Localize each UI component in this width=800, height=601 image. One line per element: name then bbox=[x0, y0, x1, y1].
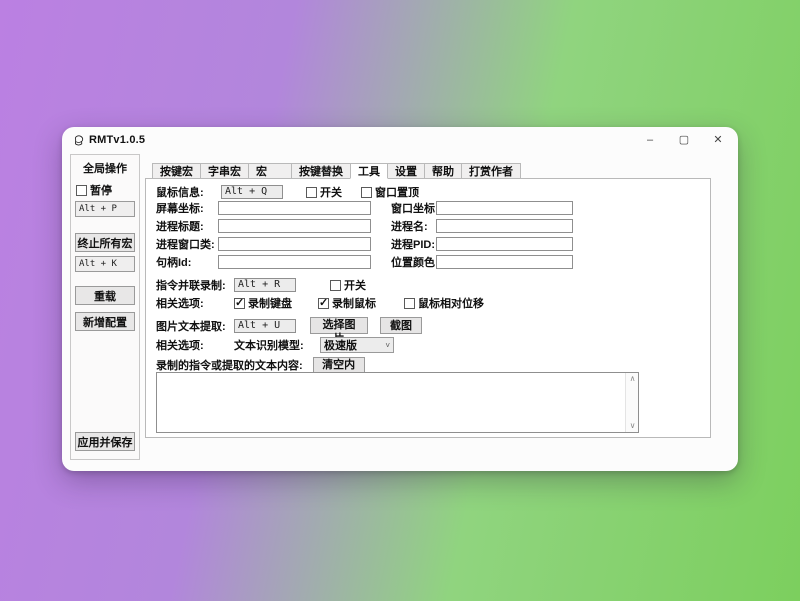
mouse-relative-checkbox[interactable] bbox=[404, 298, 415, 309]
tab-key-macro[interactable]: 按键宏 bbox=[152, 163, 201, 178]
tab-donate[interactable]: 打赏作者 bbox=[461, 163, 521, 178]
notebook: 按键宏 字串宏 宏 按键替换 工具 设置 帮助 打赏作者 鼠标信息: Alt +… bbox=[145, 163, 711, 438]
mouse-relative-label: 鼠标相对位移 bbox=[418, 295, 484, 311]
position-color-input[interactable] bbox=[436, 255, 573, 269]
clear-content-button[interactable]: 清空内容 bbox=[313, 357, 365, 373]
record-mouse-label: 录制鼠标 bbox=[332, 295, 376, 311]
record-keyboard-checkbox[interactable] bbox=[234, 298, 245, 309]
output-content bbox=[159, 374, 624, 431]
record-hotkey-input[interactable]: Alt + R bbox=[234, 278, 296, 292]
tab-key-replace[interactable]: 按键替换 bbox=[291, 163, 351, 178]
mouse-info-row: 鼠标信息: Alt + Q 开关 窗口置顶 bbox=[156, 184, 419, 200]
vertical-scrollbar[interactable]: ∧ ∨ bbox=[625, 373, 638, 432]
ocr-hotkey-input[interactable]: Alt + U bbox=[234, 319, 296, 333]
tab-help[interactable]: 帮助 bbox=[424, 163, 462, 178]
process-pid-label: 进程PID: bbox=[391, 236, 436, 252]
desktop: { "window": { "title": "RMTv1.0.5", "con… bbox=[0, 0, 800, 601]
tab-string-macro[interactable]: 字串宏 bbox=[200, 163, 249, 178]
pause-checkbox[interactable] bbox=[76, 185, 87, 196]
field-row: 进程标题: 进程名: bbox=[156, 218, 573, 234]
process-name-label: 进程名: bbox=[391, 218, 436, 234]
record-label: 指令并联录制: bbox=[156, 277, 234, 293]
record-options-label: 相关选项: bbox=[156, 295, 234, 311]
ocr-model-value: 极速版 bbox=[324, 337, 357, 353]
window-controls: – ▢ ✕ bbox=[644, 135, 724, 146]
tab-tools[interactable]: 工具 bbox=[350, 163, 388, 179]
window-coords-label: 窗口坐标: bbox=[391, 200, 436, 216]
app-logo-icon bbox=[72, 134, 85, 147]
record-row: 指令并联录制: Alt + R 开关 bbox=[156, 277, 366, 293]
reload-button[interactable]: 重载 bbox=[75, 286, 135, 305]
window-topmost-checkbox[interactable] bbox=[361, 187, 372, 198]
close-icon[interactable]: ✕ bbox=[712, 135, 724, 146]
field-row: 进程窗口类: 进程PID: bbox=[156, 236, 573, 252]
ocr-model-select[interactable]: 极速版 ˅ bbox=[320, 337, 394, 353]
tab-bar: 按键宏 字串宏 宏 按键替换 工具 设置 帮助 打赏作者 bbox=[152, 163, 711, 178]
new-config-button[interactable]: 新增配置 bbox=[75, 312, 135, 331]
scroll-up-icon[interactable]: ∧ bbox=[626, 374, 639, 384]
stop-all-hotkey-input[interactable]: Alt + K bbox=[75, 256, 135, 272]
field-row: 屏幕坐标: 窗口坐标: bbox=[156, 200, 573, 216]
mouse-info-hotkey-input[interactable]: Alt + Q bbox=[221, 185, 283, 199]
titlebar: RMTv1.0.5 – ▢ ✕ bbox=[62, 127, 738, 153]
global-actions-panel: 全局操作 暂停 Alt + P 终止所有宏 Alt + K 重载 新增配置 应用… bbox=[70, 154, 140, 460]
stop-all-macros-button[interactable]: 终止所有宏 bbox=[75, 233, 135, 252]
output-textarea[interactable]: ∧ ∨ bbox=[156, 372, 639, 433]
window-coords-input[interactable] bbox=[436, 201, 573, 215]
mouse-info-label: 鼠标信息: bbox=[156, 184, 218, 200]
mouse-info-switch-checkbox[interactable] bbox=[306, 187, 317, 198]
pause-label: 暂停 bbox=[90, 182, 112, 198]
output-label: 录制的指令或提取的文本内容: bbox=[156, 357, 303, 373]
pause-row: 暂停 bbox=[76, 182, 135, 198]
screen-coords-input[interactable] bbox=[218, 201, 371, 215]
process-window-class-label: 进程窗口类: bbox=[156, 236, 218, 252]
mouse-info-switch-label: 开关 bbox=[320, 184, 342, 200]
apply-save-button[interactable]: 应用并保存 bbox=[75, 432, 135, 451]
field-row: 句柄Id: 位置颜色: bbox=[156, 254, 573, 270]
process-title-input[interactable] bbox=[218, 219, 371, 233]
output-header-row: 录制的指令或提取的文本内容: 清空内容 bbox=[156, 357, 365, 373]
global-actions-title: 全局操作 bbox=[75, 160, 135, 176]
scroll-down-icon[interactable]: ∨ bbox=[626, 421, 639, 431]
select-image-button[interactable]: 选择图片 bbox=[310, 317, 368, 334]
record-keyboard-label: 录制键盘 bbox=[248, 295, 292, 311]
window-title: RMTv1.0.5 bbox=[89, 134, 145, 146]
ocr-options-label: 相关选项: bbox=[156, 337, 234, 353]
ocr-label: 图片文本提取: bbox=[156, 318, 234, 334]
record-options-row: 相关选项: 录制键盘 录制鼠标 鼠标相对位移 bbox=[156, 295, 484, 311]
ocr-options-row: 相关选项: 文本识别模型: 极速版 ˅ bbox=[156, 337, 394, 353]
maximize-icon[interactable]: ▢ bbox=[678, 135, 690, 146]
screenshot-button[interactable]: 截图 bbox=[380, 317, 422, 334]
process-name-input[interactable] bbox=[436, 219, 573, 233]
ocr-model-label: 文本识别模型: bbox=[234, 337, 320, 353]
process-window-class-input[interactable] bbox=[218, 237, 371, 251]
pause-hotkey-input[interactable]: Alt + P bbox=[75, 201, 135, 217]
tab-macro[interactable]: 宏 bbox=[248, 163, 292, 178]
tab-settings[interactable]: 设置 bbox=[387, 163, 425, 178]
screen-coords-label: 屏幕坐标: bbox=[156, 200, 218, 216]
position-color-label: 位置颜色: bbox=[391, 254, 436, 270]
record-switch-checkbox[interactable] bbox=[330, 280, 341, 291]
process-title-label: 进程标题: bbox=[156, 218, 218, 234]
record-mouse-checkbox[interactable] bbox=[318, 298, 329, 309]
tools-panel: 鼠标信息: Alt + Q 开关 窗口置顶 屏幕坐标: 窗口坐标: 进程标题: … bbox=[145, 178, 711, 438]
handle-id-input[interactable] bbox=[218, 255, 371, 269]
chevron-down-icon: ˅ bbox=[385, 341, 390, 350]
handle-id-label: 句柄Id: bbox=[156, 254, 218, 270]
minimize-icon[interactable]: – bbox=[644, 135, 656, 146]
record-switch-label: 开关 bbox=[344, 277, 366, 293]
ocr-row: 图片文本提取: Alt + U 选择图片 截图 bbox=[156, 317, 422, 334]
window-topmost-label: 窗口置顶 bbox=[375, 184, 419, 200]
process-pid-input[interactable] bbox=[436, 237, 573, 251]
app-window: RMTv1.0.5 – ▢ ✕ 全局操作 暂停 Alt + P 终止所有宏 Al… bbox=[62, 127, 738, 471]
